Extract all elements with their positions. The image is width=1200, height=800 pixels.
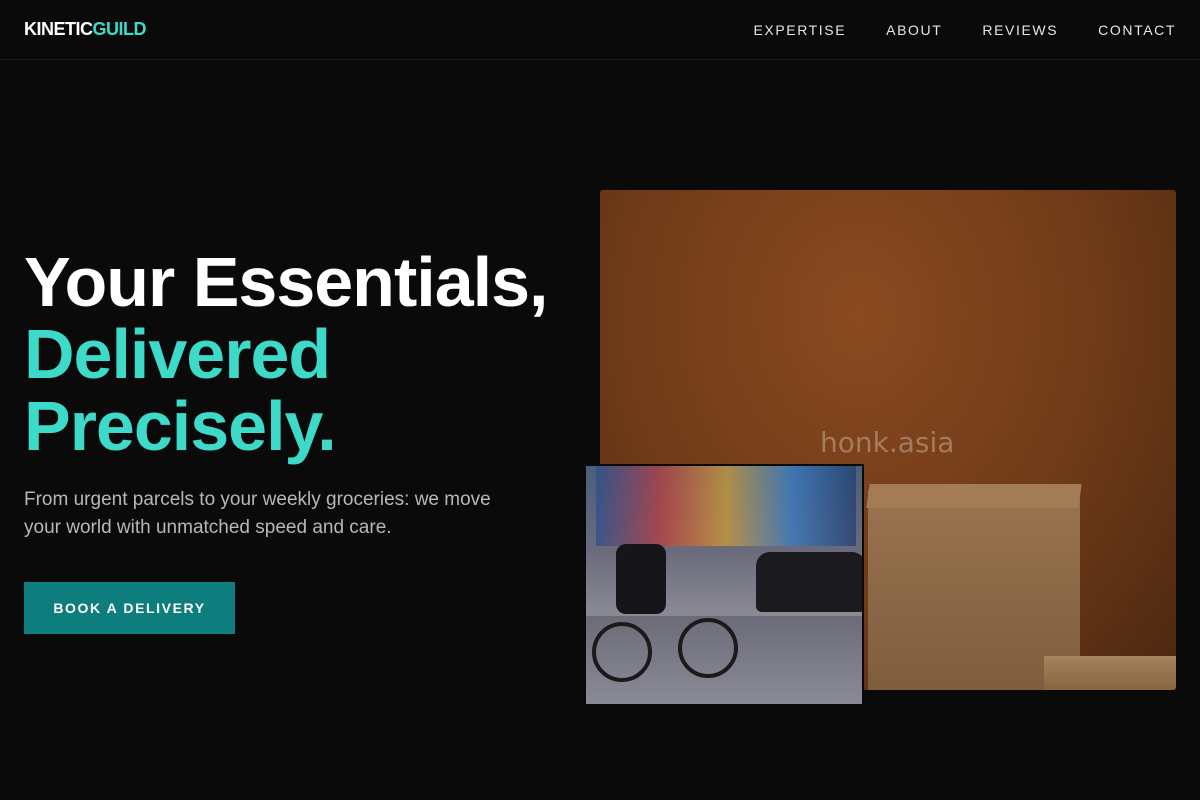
cardboard-box-flap (866, 484, 1082, 508)
hero-title: Your Essentials, Delivered Precisely. (24, 246, 604, 462)
hero-title-line2: Delivered (24, 315, 331, 393)
top-navigation-bar: KINETICGUILD EXPERTISE ABOUT REVIEWS CON… (0, 0, 1200, 60)
bike-rear-wheel (592, 622, 652, 682)
small-cardboard-box (1044, 656, 1176, 690)
brand-logo-part1: KINETIC (24, 19, 93, 39)
main-nav: EXPERTISE ABOUT REVIEWS CONTACT (753, 22, 1176, 38)
car (756, 552, 862, 612)
hero-title-line1: Your Essentials, (24, 243, 548, 321)
brand-logo-part2: GUILD (92, 19, 147, 39)
city-signs-blur (596, 466, 856, 546)
image-watermark: honk.asia (820, 426, 955, 459)
bike-front-wheel (678, 618, 738, 678)
cyclist (616, 544, 666, 614)
hero-title-line3: Precisely. (24, 387, 337, 465)
nav-link-contact[interactable]: CONTACT (1098, 22, 1176, 38)
nav-link-expertise[interactable]: EXPERTISE (753, 22, 846, 38)
hero-subtitle: From urgent parcels to your weekly groce… (24, 489, 491, 538)
nav-link-about[interactable]: ABOUT (886, 22, 942, 38)
book-delivery-button[interactable]: BOOK A DELIVERY (24, 582, 235, 634)
nav-link-reviews[interactable]: REVIEWS (982, 22, 1058, 38)
bike-courier-image (584, 464, 864, 706)
brand-logo[interactable]: KINETICGUILD (24, 19, 146, 40)
